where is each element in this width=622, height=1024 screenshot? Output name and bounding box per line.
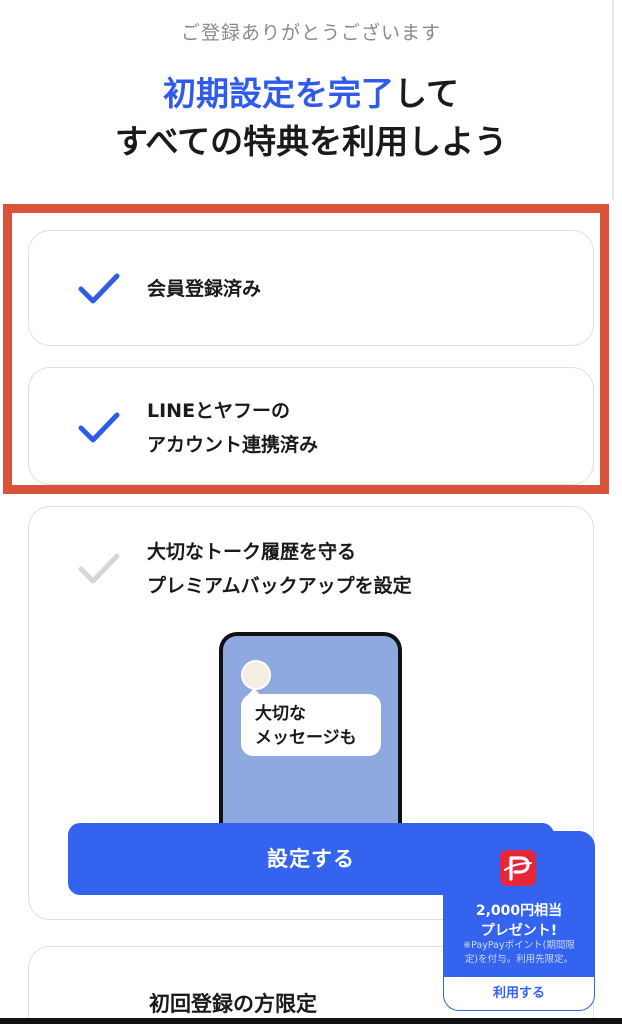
headline-rest: して — [393, 74, 459, 113]
promo-note-line-1: ※PayPayポイント(期間限 — [463, 940, 575, 951]
promo-note: ※PayPayポイント(期間限 定)を付与。利用先限定。 — [451, 939, 587, 967]
promo-amount-line-2: プレゼント! — [480, 923, 558, 939]
phone-illustration: 大切な メッセージも — [219, 632, 402, 832]
check-icon-pending — [78, 553, 120, 584]
step-label-line-1: 大切なトーク履歴を守る — [147, 541, 357, 563]
step-label: LINEとヤフーの アカウント連携済み — [147, 394, 318, 462]
paypay-promo-banner[interactable]: 2,000円相当 プレゼント! ※PayPayポイント(期間限 定)を付与。利用… — [443, 831, 595, 1011]
chat-bubble-line-1: 大切な — [255, 704, 306, 724]
headline-accent: 初期設定を完了 — [162, 74, 394, 113]
headline-line-2: すべての特典を利用しよう — [114, 122, 508, 161]
promo-amount: 2,000円相当 プレゼント! — [443, 901, 595, 941]
step-label: 大切なトーク履歴を守る プレミアムバックアップを設定 — [147, 535, 412, 603]
check-icon — [78, 412, 120, 443]
paypay-p-icon — [504, 856, 532, 881]
step-label: 会員登録済み — [147, 278, 262, 300]
page-headline: 初期設定を完了して すべての特典を利用しよう — [0, 70, 622, 166]
paypay-logo-icon — [500, 850, 536, 886]
step-card-line-yahoo-link: LINEとヤフーの アカウント連携済み — [28, 367, 594, 485]
headline-line-1: 初期設定を完了して — [0, 70, 622, 118]
promo-note-line-2: 定)を付与。利用先限定。 — [464, 954, 574, 965]
screen-bottom-edge — [0, 1018, 622, 1024]
step-label-line-2: プレミアムバックアップを設定 — [147, 575, 412, 597]
chat-bubble: 大切な メッセージも — [241, 688, 381, 756]
thanks-subtitle: ご登録ありがとうございます — [180, 22, 441, 44]
step-label-line-1: LINEとヤフーの — [147, 400, 291, 422]
promo-amount-line-1: 2,000円相当 — [475, 903, 563, 919]
check-icon — [78, 273, 120, 304]
onboarding-screen: ご登録ありがとうございます 初期設定を完了して すべての特典を利用しよう 会員登… — [0, 0, 622, 1024]
step-card-member-registration: 会員登録済み — [28, 230, 594, 346]
first-registration-title: 初回登録の方限定 — [149, 992, 317, 1016]
chat-bubble-line-2: メッセージも — [255, 728, 357, 748]
avatar — [241, 660, 271, 690]
promo-use-button[interactable]: 利用する — [443, 976, 595, 1011]
step-label-line-2: アカウント連携済み — [147, 434, 319, 456]
